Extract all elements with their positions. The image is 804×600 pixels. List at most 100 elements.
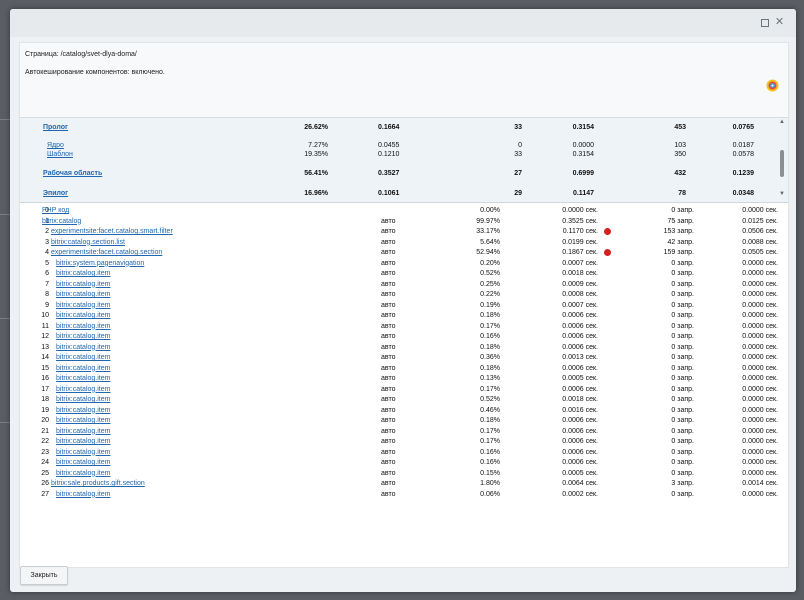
cache-mode: авто [381, 301, 396, 309]
cache-mode: авто [381, 228, 396, 235]
scroll-down-icon[interactable]: ▼ [779, 191, 785, 197]
component-link[interactable]: bitrix:system.pagenavigation [56, 259, 144, 268]
component-link[interactable]: bitrix:catalog.item [56, 448, 110, 457]
cache-mode: авто [381, 396, 396, 403]
summary-pct: 7.27% [308, 142, 328, 149]
component-qt: 0.0000 сек. [742, 270, 778, 277]
component-q: 0 запр. [671, 343, 694, 351]
cache-mode: авто [381, 469, 396, 477]
component-link[interactable]: bitrix:catalog.item [56, 332, 110, 341]
component-link[interactable]: bitrix:catalog.section.list [51, 238, 125, 247]
summary-link[interactable]: Пролог [43, 124, 68, 131]
component-row: 19 bitrix:catalog.item авто 0.46% 0.0016 сек… [20, 406, 788, 417]
component-pct: 0.13% [480, 375, 500, 382]
component-link[interactable]: bitrix:catalog.item [56, 427, 110, 436]
component-link[interactable]: bitrix:catalog.item [56, 269, 110, 278]
summary-row: Эпилог 16.96% 0.1061 29 0.1147 78 0.0348 [20, 190, 780, 200]
component-link[interactable]: bitrix:catalog.item [56, 469, 110, 478]
component-link[interactable]: bitrix:catalog.item [56, 322, 110, 331]
cache-mode: авто [381, 259, 396, 267]
summary-link[interactable]: Эпилог [43, 190, 68, 197]
component-link[interactable]: bitrix:catalog.item [56, 458, 110, 467]
cache-mode: авто [381, 249, 396, 256]
component-q: 0 запр. [671, 364, 694, 372]
component-row: 8 bitrix:catalog.item авто 0.22% 0.0008 сек.… [20, 290, 788, 301]
row-number: 7 [45, 280, 49, 288]
summary-link[interactable]: Ядро [47, 142, 64, 149]
component-link[interactable]: bitrix:catalog.item [56, 385, 110, 394]
component-qt: 0.0000 сек. [742, 343, 778, 351]
row-number: 23 [41, 448, 49, 456]
component-time: 0.0006 сек. [562, 417, 598, 424]
maximize-icon[interactable] [759, 17, 770, 28]
summary-qtime: 0.3154 [572, 124, 594, 131]
component-time: 0.0006 сек. [562, 312, 598, 319]
component-qt: 0.0000 сек. [742, 354, 778, 361]
component-qt: 0.0000 сек. [742, 417, 778, 424]
scroll-up-icon[interactable]: ▲ [779, 119, 785, 125]
component-time: 0.0006 сек. [562, 427, 598, 435]
component-pct: 0.16% [480, 448, 500, 456]
summary-time: 0.1061 [378, 190, 400, 197]
component-q: 0 запр. [671, 207, 694, 214]
summary-row: Пролог 26.62% 0.1664 33 0.3154 453 0.0765 [20, 124, 780, 134]
component-row: 14 bitrix:catalog.item авто 0.36% 0.0013 сек… [20, 353, 788, 364]
component-row: 21 bitrix:catalog.item авто 0.17% 0.0006 сек… [20, 427, 788, 438]
component-qt: 0.0000 сек. [742, 448, 778, 456]
component-link[interactable]: experimentsite:facet.catalog.section [51, 248, 162, 257]
component-link[interactable]: experimentsite:facet.catalog.smart.filte… [51, 227, 173, 236]
component-q: 0 запр. [671, 333, 694, 340]
component-link[interactable]: bitrix:catalog.item [56, 364, 110, 373]
component-row: 22 bitrix:catalog.item авто 0.17% 0.0006 сек… [20, 437, 788, 448]
component-link[interactable]: bitrix:catalog.item [56, 280, 110, 289]
component-q: 0 запр. [671, 259, 694, 267]
dialog-titlebar[interactable]: ✕ [10, 9, 796, 37]
summary-link[interactable]: Рабочая область [43, 170, 102, 177]
component-link[interactable]: bitrix:catalog.item [56, 290, 110, 299]
component-time: 0.0007 сек. [562, 301, 598, 309]
component-row: 3 bitrix:catalog.section.list авто 5.64% 0.0… [20, 238, 788, 249]
component-link[interactable]: bitrix:catalog.item [56, 374, 110, 383]
summary-scrollbar[interactable]: ▲ ▼ [778, 117, 788, 201]
component-q: 0 запр. [671, 469, 694, 477]
close-icon[interactable]: ✕ [774, 17, 785, 28]
component-qt: 0.0000 сек. [742, 375, 778, 382]
summary-row: Рабочая область 56.41% 0.3527 27 0.6999 432 0.… [20, 170, 780, 180]
component-qt: 0.0000 сек. [742, 427, 778, 435]
cache-mode: авто [381, 333, 396, 340]
component-pct: 99.97% [476, 217, 500, 225]
component-q: 0 запр. [671, 301, 694, 309]
component-link[interactable]: bitrix:catalog.item [56, 353, 110, 362]
row-number: 16 [41, 375, 49, 382]
component-qt: 0.0000 сек. [742, 207, 778, 214]
summary-qtime: 0.6999 [572, 170, 594, 177]
summary-link[interactable]: Шаблон [47, 151, 73, 158]
component-link[interactable]: bitrix:catalog.item [56, 311, 110, 320]
component-link[interactable]: bitrix:catalog.item [56, 395, 110, 404]
component-q: 0 запр. [671, 270, 694, 277]
component-link[interactable]: bitrix:catalog [42, 217, 81, 226]
component-pct: 0.15% [480, 469, 500, 477]
component-link[interactable]: bitrix:catalog.item [56, 416, 110, 425]
component-link[interactable]: bitrix:catalog.item [56, 301, 110, 310]
component-q: 75 запр. [667, 217, 694, 225]
cache-mode: авто [381, 406, 396, 414]
component-link[interactable]: bitrix:catalog.item [56, 490, 110, 499]
component-link[interactable]: bitrix:sale.products.gift.section [51, 479, 145, 488]
component-pct: 0.25% [480, 280, 500, 288]
component-link[interactable]: bitrix:catalog.item [56, 406, 110, 415]
scroll-thumb[interactable] [780, 150, 784, 177]
component-link[interactable]: PHP код [42, 206, 69, 215]
component-qt: 0.0000 сек. [742, 259, 778, 267]
component-time: 0.0064 сек. [562, 480, 598, 487]
component-link[interactable]: bitrix:catalog.item [56, 437, 110, 446]
row-number: 12 [41, 333, 49, 340]
component-link[interactable]: bitrix:catalog.item [56, 343, 110, 352]
summary-count: 432 [674, 170, 686, 177]
component-row: 23 bitrix:catalog.item авто 0.16% 0.0006 сек… [20, 448, 788, 459]
summary-pct: 16.96% [304, 190, 328, 197]
component-row: 25 bitrix:catalog.item авто 0.15% 0.0005 сек… [20, 469, 788, 480]
close-button[interactable]: Закрыть [20, 566, 68, 585]
row-number: 20 [41, 417, 49, 424]
component-q: 0 запр. [671, 459, 694, 466]
